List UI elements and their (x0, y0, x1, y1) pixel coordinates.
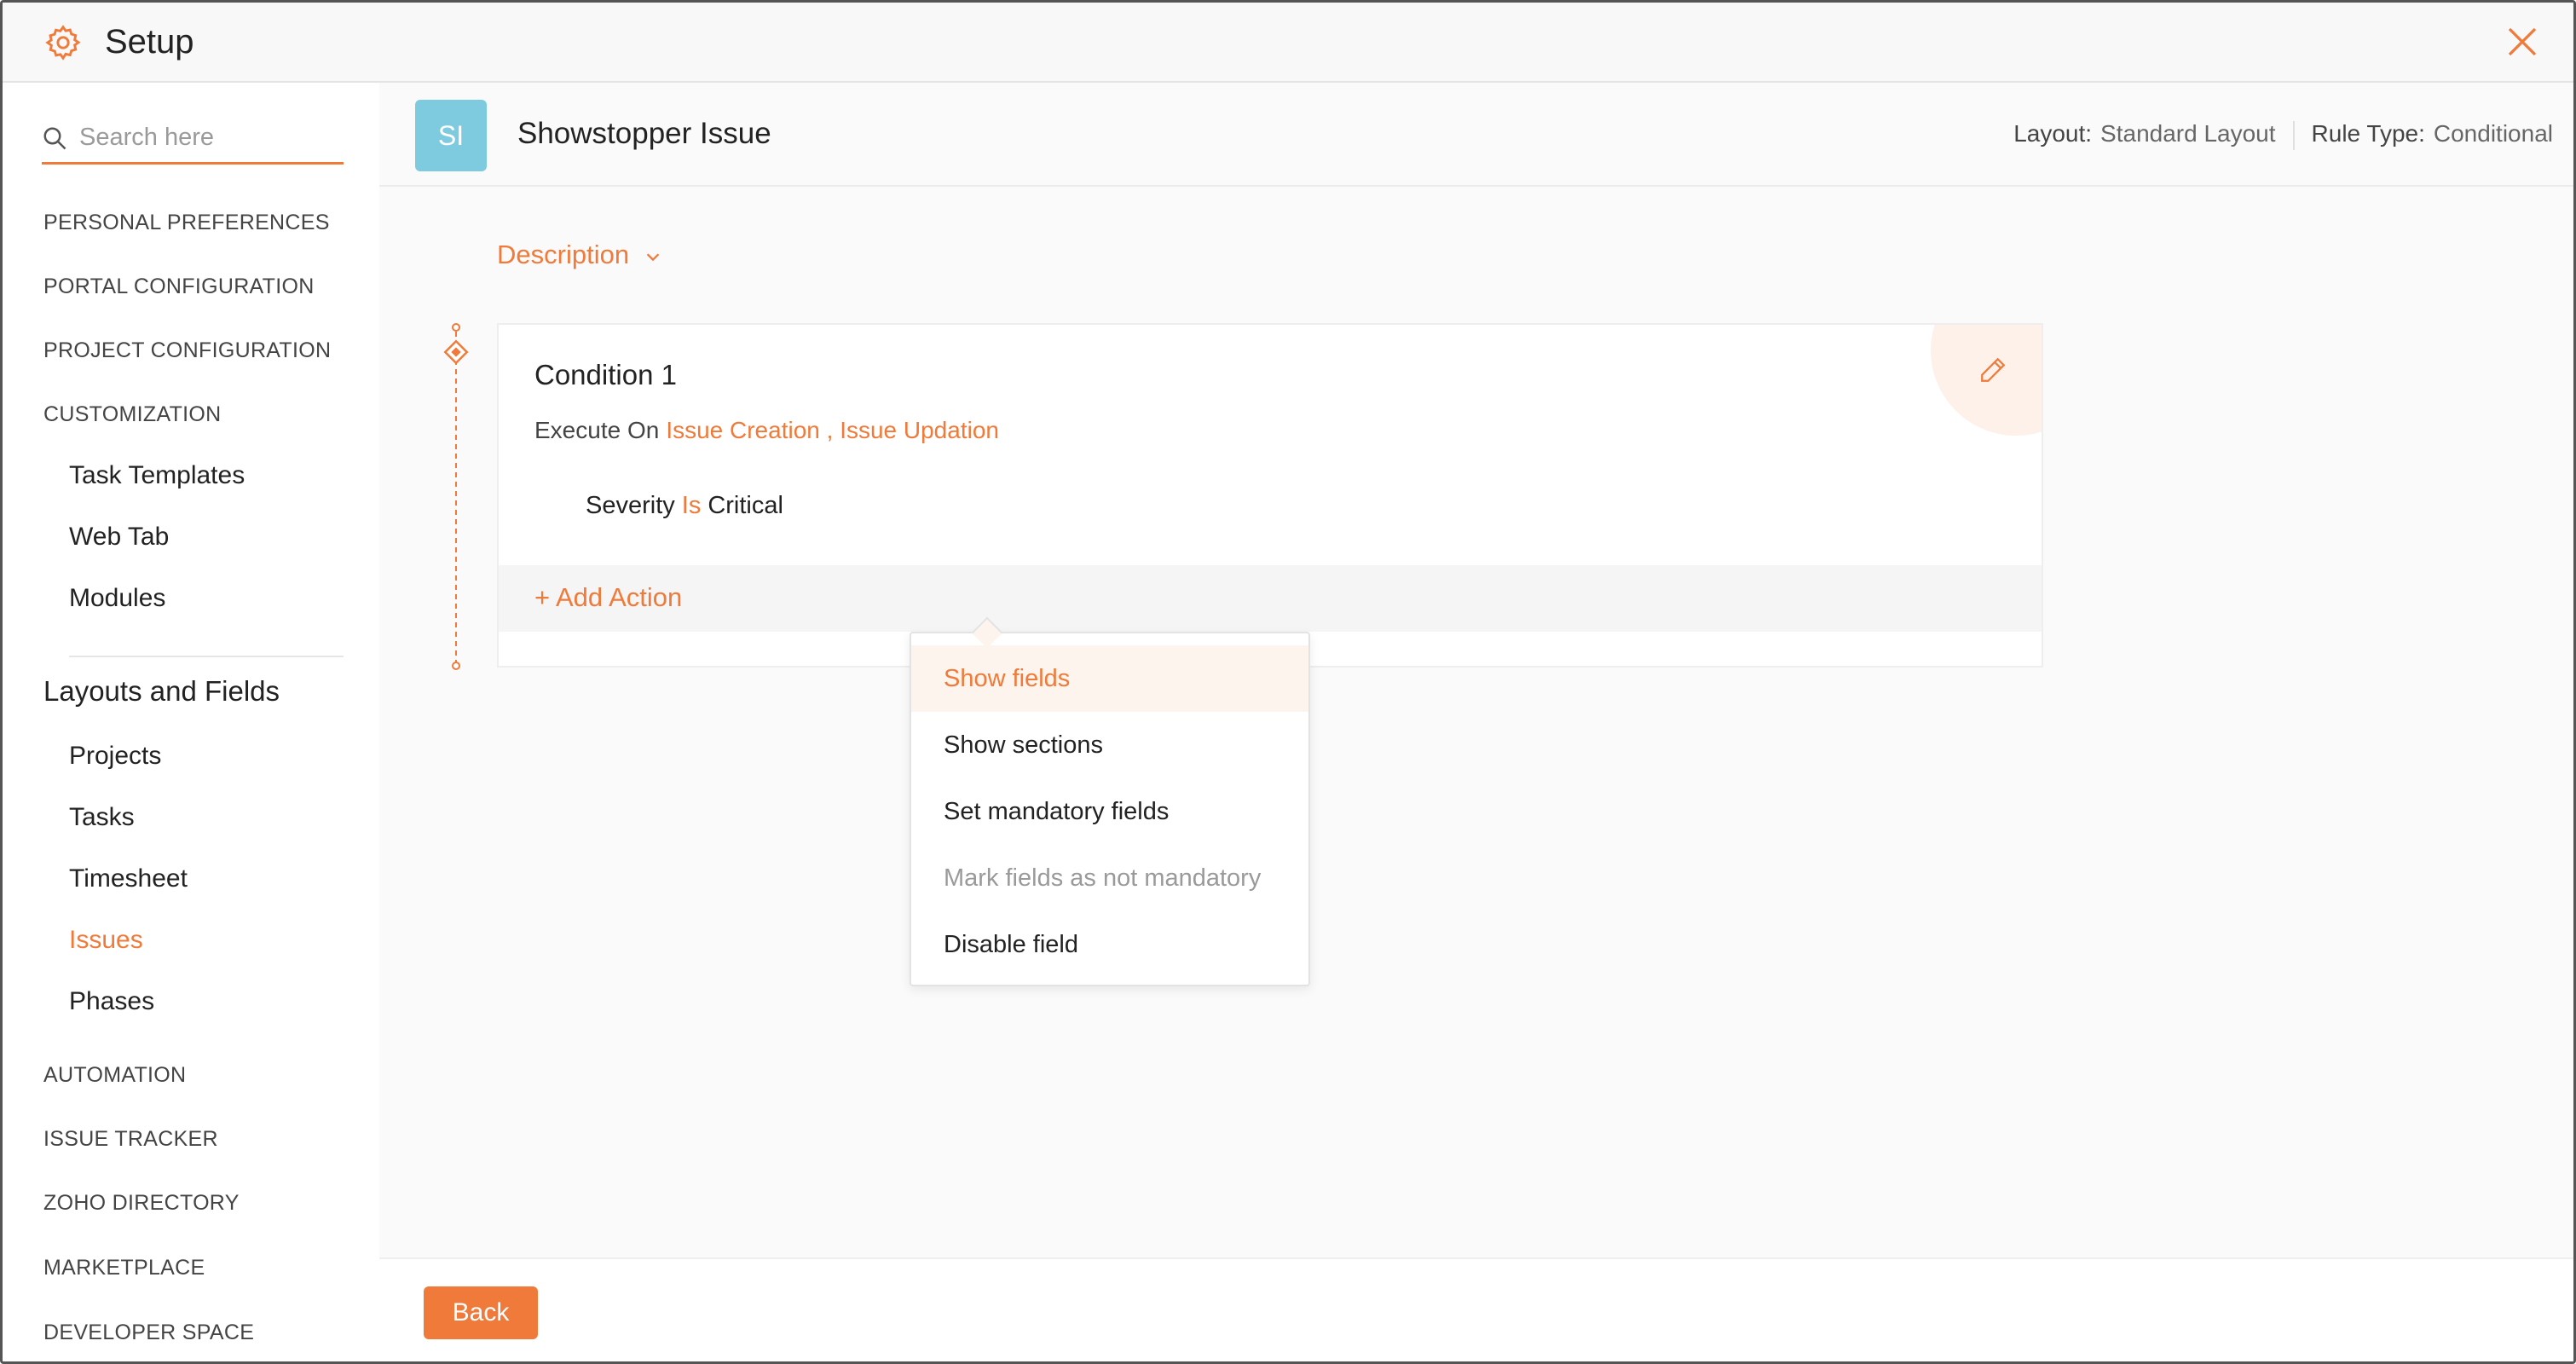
menu-item-mark-not-mandatory: Mark fields as not mandatory (944, 864, 1262, 892)
sidebar-item-timesheet[interactable]: Timesheet (69, 864, 188, 893)
search-box (42, 113, 344, 165)
sidebar-item-zoho-directory[interactable]: ZOHO DIRECTORY (43, 1191, 240, 1216)
menu-item-disable-field[interactable]: Disable field (911, 911, 1308, 978)
avatar: SI (415, 100, 487, 171)
main-content: SI Showstopper Issue Layout: Standard Lay… (379, 83, 2573, 1361)
description-toggle[interactable]: Description (497, 240, 662, 270)
sidebar-item-personal-preferences[interactable]: PERSONAL PREFERENCES (43, 211, 330, 235)
execute-on-value: Issue Creation , Issue Updation (666, 417, 999, 443)
search-icon (43, 127, 66, 150)
sidebar-item-issue-tracker[interactable]: ISSUE TRACKER (43, 1127, 218, 1152)
rule-header: SI Showstopper Issue Layout: Standard Lay… (379, 83, 2573, 187)
chevron-down-icon (646, 253, 659, 262)
criteria-value: Critical (708, 492, 783, 519)
condition-timeline (443, 323, 469, 670)
sidebar-item-projects[interactable]: Projects (69, 742, 161, 771)
sidebar: PERSONAL PREFERENCES PORTAL CONFIGURATIO… (3, 83, 379, 1361)
sidebar-item-project-configuration[interactable]: PROJECT CONFIGURATION (43, 338, 331, 363)
rule-meta: Layout: Standard Layout Rule Type: Conditio… (2013, 120, 2553, 150)
gear-icon (45, 25, 81, 61)
sidebar-item-web-tab[interactable]: Web Tab (69, 523, 169, 552)
criteria-operator: Is (681, 492, 702, 519)
description-label: Description (497, 240, 630, 269)
sidebar-item-task-templates[interactable]: Task Templates (69, 461, 245, 490)
criteria-field: Severity (586, 492, 675, 519)
sidebar-item-issues[interactable]: Issues (69, 926, 143, 955)
rule-type-label: Rule Type: (2311, 120, 2425, 147)
footer-bar: Back (379, 1257, 2573, 1361)
sidebar-item-marketplace[interactable]: MARKETPLACE (43, 1256, 205, 1280)
page-title: Setup (105, 23, 194, 61)
rule-title: Showstopper Issue (517, 117, 771, 150)
layout-label: Layout: (2013, 120, 2093, 147)
meta-separator (2292, 120, 2295, 150)
condition-title: Condition 1 (534, 359, 677, 390)
sidebar-group-layouts-and-fields[interactable]: Layouts and Fields (43, 675, 280, 708)
back-button[interactable]: Back (424, 1286, 538, 1339)
menu-item-set-mandatory-fields[interactable]: Set mandatory fields (911, 778, 1308, 845)
sidebar-item-automation[interactable]: AUTOMATION (43, 1063, 186, 1088)
pencil-icon[interactable] (1978, 355, 2007, 384)
sidebar-item-portal-configuration[interactable]: PORTAL CONFIGURATION (43, 275, 315, 299)
execute-on-label: Execute On (534, 417, 660, 443)
close-icon[interactable] (2505, 25, 2539, 59)
add-action-button[interactable]: + Add Action (534, 582, 682, 613)
sidebar-item-tasks[interactable]: Tasks (69, 803, 135, 832)
top-bar: Setup (3, 3, 2573, 83)
sidebar-item-customization[interactable]: CUSTOMIZATION (43, 402, 222, 427)
action-dropdown: Show fields Show sections Set mandatory … (910, 616, 1310, 986)
criteria: Severity Is Critical (586, 492, 783, 520)
sidebar-item-developer-space[interactable]: DEVELOPER SPACE (43, 1321, 254, 1345)
setup-window: Setup PERSONAL PREFERENCES PORTAL CONFIG… (0, 0, 2576, 1364)
search-input[interactable] (79, 120, 335, 154)
sidebar-divider (69, 656, 344, 657)
rule-type-value: Conditional (2433, 120, 2553, 147)
sidebar-item-phases[interactable]: Phases (69, 987, 154, 1016)
condition-card: Condition 1 Execute On Issue Creation , I… (497, 323, 2043, 668)
add-action-row: + Add Action (499, 565, 2042, 632)
sidebar-item-modules[interactable]: Modules (69, 584, 165, 613)
menu-item-show-sections[interactable]: Show sections (911, 712, 1308, 778)
layout-value: Standard Layout (2100, 120, 2276, 147)
menu-item-show-fields[interactable]: Show fields (911, 645, 1308, 712)
execute-on: Execute On Issue Creation , Issue Updatio… (534, 417, 999, 444)
